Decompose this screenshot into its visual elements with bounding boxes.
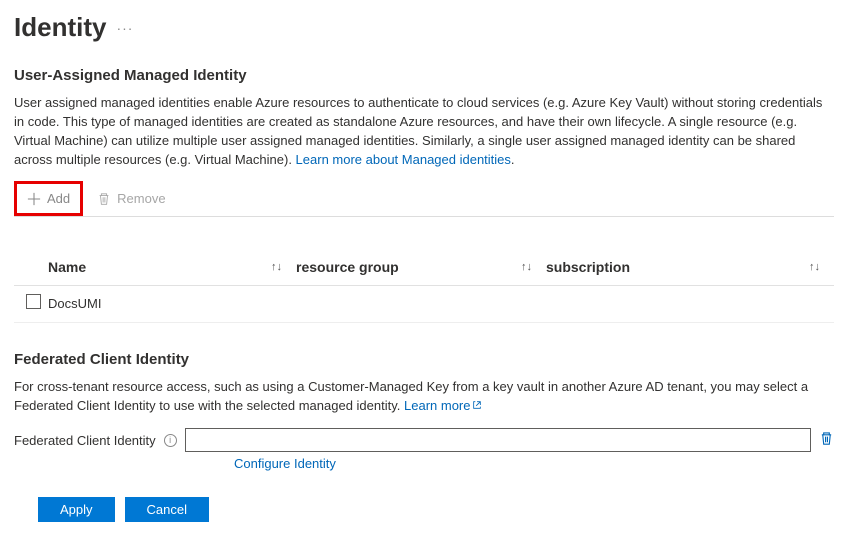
fci-section: Federated Client Identity For cross-tena… (14, 351, 834, 471)
column-header-rg-label: resource group (296, 259, 399, 275)
remove-button[interactable]: Remove (89, 185, 173, 212)
uami-description-post: . (511, 152, 515, 167)
fci-description: For cross-tenant resource access, such a… (14, 378, 834, 416)
info-icon[interactable]: i (164, 434, 177, 447)
table-row[interactable]: DocsUMI (14, 286, 834, 323)
external-link-icon (472, 400, 482, 410)
add-button[interactable]: Add (19, 185, 78, 212)
fci-field-row: Federated Client Identity i (14, 428, 834, 452)
fci-learn-more-text: Learn more (404, 398, 470, 413)
remove-button-label: Remove (117, 191, 165, 206)
fci-input[interactable] (185, 428, 811, 452)
column-header-name[interactable]: Name ↑↓ (48, 259, 296, 275)
sort-icon: ↑↓ (521, 261, 532, 273)
sort-icon: ↑↓ (809, 261, 820, 273)
uami-learn-more-link[interactable]: Learn more about Managed identities (296, 152, 511, 167)
add-button-highlight: Add (14, 181, 83, 216)
column-header-name-label: Name (48, 259, 86, 275)
uami-toolbar: Add Remove (14, 181, 834, 217)
sort-icon: ↑↓ (271, 261, 282, 273)
row-checkbox[interactable] (26, 294, 41, 309)
page-title: Identity (14, 12, 106, 43)
column-header-resource-group[interactable]: resource group ↑↓ (296, 259, 546, 275)
add-button-label: Add (47, 191, 70, 206)
uami-heading: User-Assigned Managed Identity (14, 67, 834, 84)
configure-identity-link[interactable]: Configure Identity (234, 456, 336, 471)
fci-field-label: Federated Client Identity (14, 433, 156, 448)
fci-learn-more-link[interactable]: Learn more (404, 398, 482, 413)
fci-heading: Federated Client Identity (14, 351, 834, 368)
delete-icon[interactable] (819, 431, 834, 449)
identities-table: Name ↑↓ resource group ↑↓ subscription ↑… (14, 251, 834, 323)
cell-name: DocsUMI (48, 296, 296, 311)
configure-identity-wrapper: Configure Identity (234, 456, 834, 471)
column-header-sub-label: subscription (546, 259, 630, 275)
table-header: Name ↑↓ resource group ↑↓ subscription ↑… (14, 251, 834, 286)
more-actions-icon[interactable]: ··· (116, 20, 133, 36)
uami-description: User assigned managed identities enable … (14, 94, 834, 169)
trash-icon (97, 192, 111, 206)
column-header-subscription[interactable]: subscription ↑↓ (546, 259, 834, 275)
apply-button[interactable]: Apply (38, 497, 115, 522)
plus-icon (27, 192, 41, 206)
row-checkbox-cell (14, 294, 48, 312)
cancel-button[interactable]: Cancel (125, 497, 209, 522)
uami-section: User-Assigned Managed Identity User assi… (14, 67, 834, 323)
action-button-row: Apply Cancel (14, 497, 834, 522)
